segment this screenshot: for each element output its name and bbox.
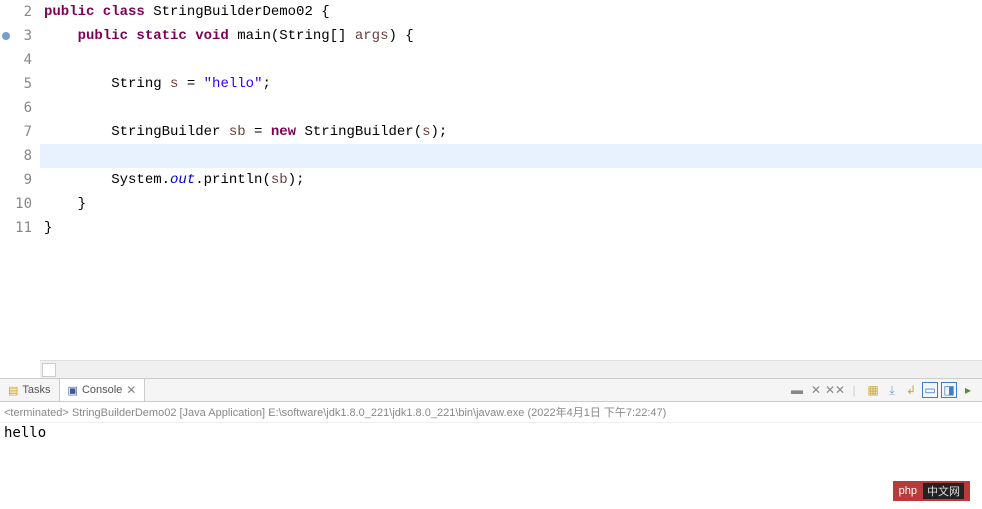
open-console-icon[interactable]: ▸ — [960, 382, 976, 398]
line-number: 8 — [0, 144, 32, 168]
code-editor[interactable]: 234567891011 public class StringBuilderD… — [0, 0, 982, 360]
horizontal-scrollbar[interactable] — [40, 360, 982, 378]
code-token: ); — [288, 172, 305, 188]
code-line[interactable]: public static void main(String[] args) { — [40, 24, 982, 48]
bottom-tabs-bar: ▤ Tasks ▣ Console ✕ ▬ ✕ ✕✕ | ▦ ⤓ ↲ ▭ ◨ ▸ — [0, 378, 982, 402]
clear-console-icon[interactable]: ▦ — [865, 382, 881, 398]
code-line[interactable]: } — [40, 216, 982, 240]
code-line[interactable]: System.out.println(sb); — [40, 168, 982, 192]
code-token: out — [170, 172, 195, 188]
code-token: = — [178, 76, 203, 92]
code-token: StringBuilder — [44, 124, 229, 140]
pin-console-icon[interactable]: ◨ — [941, 382, 957, 398]
console-output-text: hello — [4, 425, 46, 441]
terminate-icon[interactable]: ▬ — [789, 382, 805, 398]
code-token: ); — [431, 124, 448, 140]
code-token — [44, 28, 78, 44]
exe-path: E:\software\jdk1.8.0_221\jdk1.8.0_221\bi… — [268, 407, 524, 419]
code-token: s — [422, 124, 430, 140]
terminated-label: <terminated> — [4, 407, 69, 419]
toolbar-divider: | — [846, 382, 862, 398]
console-output[interactable]: hello — [0, 423, 982, 443]
code-token: StringBuilderDemo02 { — [145, 4, 330, 20]
line-number: 10 — [0, 192, 32, 216]
code-token: ; — [262, 76, 270, 92]
scroll-lock-icon[interactable]: ⤓ — [884, 382, 900, 398]
line-number-gutter: 234567891011 — [0, 0, 40, 360]
watermark-suffix: 中文网 — [923, 483, 964, 499]
tab-console-label: Console — [82, 384, 122, 396]
code-line[interactable] — [40, 144, 982, 168]
scrollbar-thumb[interactable] — [42, 363, 56, 377]
code-token: sb — [271, 172, 288, 188]
launch-name: StringBuilderDemo02 [Java Application] — [72, 407, 265, 419]
console-toolbar: ▬ ✕ ✕✕ | ▦ ⤓ ↲ ▭ ◨ ▸ — [789, 382, 982, 398]
display-console-icon[interactable]: ▭ — [922, 382, 938, 398]
line-number: 3 — [0, 24, 32, 48]
code-line[interactable]: } — [40, 192, 982, 216]
code-token: System. — [44, 172, 170, 188]
remove-all-icon[interactable]: ✕✕ — [827, 382, 843, 398]
code-token: ) { — [388, 28, 413, 44]
line-number: 6 — [0, 96, 32, 120]
code-line[interactable]: StringBuilder sb = new StringBuilder(s); — [40, 120, 982, 144]
console-icon: ▣ — [68, 384, 78, 397]
code-token: main(String[] — [229, 28, 355, 44]
launch-timestamp: (2022年4月1日 下午7:22:47) — [527, 407, 666, 419]
line-number: 7 — [0, 120, 32, 144]
line-number: 5 — [0, 72, 32, 96]
watermark-label: php — [899, 485, 917, 497]
code-token: } — [44, 196, 86, 212]
watermark-badge: php 中文网 — [893, 481, 970, 501]
code-token: new — [271, 124, 296, 140]
tab-tasks[interactable]: ▤ Tasks — [0, 379, 59, 401]
code-token: public static void — [78, 28, 229, 44]
close-icon[interactable]: ✕ — [126, 383, 136, 397]
console-launch-info: <terminated> StringBuilderDemo02 [Java A… — [0, 402, 982, 423]
code-token: args — [355, 28, 389, 44]
code-token: "hello" — [204, 76, 263, 92]
line-number: 11 — [0, 216, 32, 240]
tab-console[interactable]: ▣ Console ✕ — [59, 379, 146, 401]
tasks-icon: ▤ — [8, 384, 18, 397]
remove-launch-icon[interactable]: ✕ — [808, 382, 824, 398]
code-line[interactable] — [40, 48, 982, 72]
code-token: .println( — [195, 172, 271, 188]
code-token: sb — [229, 124, 246, 140]
code-content[interactable]: public class StringBuilderDemo02 { publi… — [40, 0, 982, 360]
code-line[interactable]: public class StringBuilderDemo02 { — [40, 0, 982, 24]
code-token: public class — [44, 4, 145, 20]
word-wrap-icon[interactable]: ↲ — [903, 382, 919, 398]
code-token: StringBuilder( — [296, 124, 422, 140]
code-token: } — [44, 220, 52, 236]
gutter-marker-icon — [2, 32, 10, 40]
code-token: = — [246, 124, 271, 140]
line-number: 2 — [0, 0, 32, 24]
code-line[interactable]: String s = "hello"; — [40, 72, 982, 96]
line-number: 4 — [0, 48, 32, 72]
tab-tasks-label: Tasks — [22, 384, 50, 396]
code-token: String — [44, 76, 170, 92]
code-line[interactable] — [40, 96, 982, 120]
line-number: 9 — [0, 168, 32, 192]
